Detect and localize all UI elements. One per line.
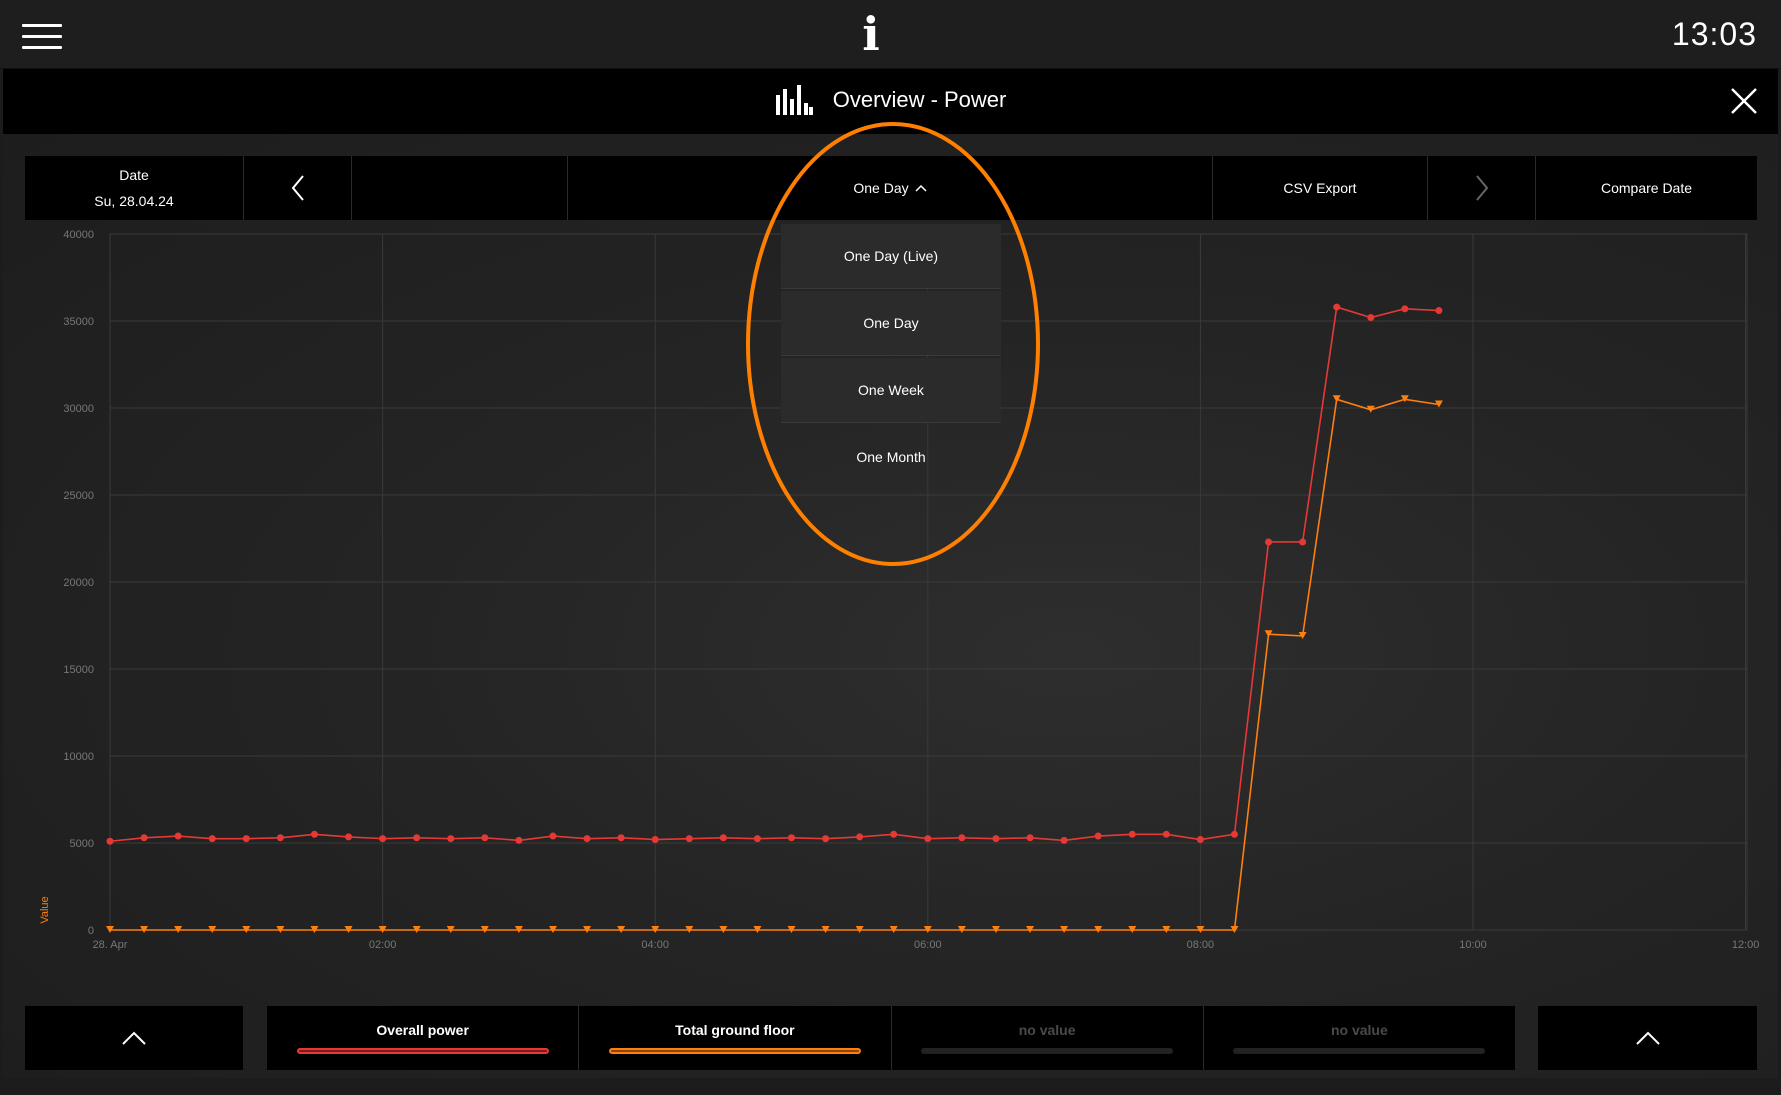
- data-point: [617, 834, 625, 842]
- legend-bar: Overall power Total ground floor no valu…: [267, 1006, 1515, 1070]
- data-point: [719, 834, 727, 842]
- option-one-week[interactable]: One Week: [781, 358, 1001, 423]
- legend-swatch: [608, 1048, 861, 1054]
- series-line: [109, 306, 1439, 843]
- y-tick-label: 35000: [63, 316, 94, 328]
- data-point: [1196, 836, 1204, 844]
- y-tick-label: 0: [88, 925, 94, 937]
- y-tick-label: 25000: [63, 490, 94, 502]
- x-tick-label: 10:00: [1459, 939, 1487, 951]
- data-point: [1367, 314, 1375, 322]
- x-tick-label: 04:00: [641, 939, 669, 951]
- data-point: [924, 835, 932, 843]
- data-point: [958, 834, 966, 842]
- x-tick-label: 28. Apr: [93, 939, 128, 951]
- data-point: [1332, 395, 1341, 403]
- legend-item-overall-power[interactable]: Overall power: [267, 1006, 580, 1070]
- data-point: [583, 835, 591, 843]
- data-point: [549, 832, 557, 840]
- data-point: [1128, 830, 1136, 838]
- y-axis-label: Value: [39, 896, 51, 923]
- data-point: [208, 835, 216, 843]
- data-point: [140, 834, 148, 842]
- data-point: [1435, 307, 1443, 315]
- legend-label: Overall power: [376, 1022, 469, 1038]
- option-one-day-live[interactable]: One Day (Live): [781, 224, 1001, 289]
- chevron-up-icon: [1635, 1031, 1660, 1045]
- y-tick-label: 5000: [70, 838, 94, 850]
- data-point: [1230, 830, 1238, 838]
- data-point: [822, 835, 830, 843]
- option-one-day[interactable]: One Day: [781, 291, 1001, 356]
- data-point: [515, 836, 523, 844]
- data-point: [890, 830, 898, 838]
- legend-item-empty-1[interactable]: no value: [892, 1006, 1204, 1070]
- x-tick-label: 08:00: [1187, 939, 1215, 951]
- data-point: [242, 835, 250, 843]
- data-point: [1265, 538, 1273, 546]
- data-point: [992, 835, 1000, 843]
- data-point: [447, 835, 455, 843]
- data-point: [106, 837, 114, 845]
- legend-label: no value: [1018, 1022, 1076, 1038]
- data-point: [1400, 395, 1409, 403]
- series-line: [110, 398, 1440, 931]
- data-point: [310, 830, 318, 838]
- data-point: [1060, 836, 1068, 844]
- x-tick-label: 02:00: [369, 939, 397, 951]
- data-point: [379, 835, 387, 843]
- data-point: [1026, 834, 1034, 842]
- data-point: [174, 832, 182, 840]
- scroll-up-right-button[interactable]: [1538, 1006, 1757, 1070]
- data-point: [1162, 830, 1170, 838]
- data-point: [481, 834, 489, 842]
- data-point: [413, 834, 421, 842]
- y-tick-label: 40000: [63, 229, 94, 241]
- y-tick-label: 20000: [63, 577, 94, 589]
- data-point: [1299, 538, 1307, 546]
- data-point: [753, 835, 761, 843]
- scroll-up-left-button[interactable]: [25, 1006, 243, 1070]
- data-point: [1094, 832, 1102, 840]
- chevron-up-icon: [122, 1031, 146, 1045]
- legend-label: no value: [1330, 1022, 1388, 1038]
- legend-swatch: [1233, 1048, 1486, 1054]
- data-point: [345, 833, 353, 841]
- data-point: [856, 833, 864, 841]
- data-point: [788, 834, 795, 842]
- y-tick-label: 30000: [63, 403, 94, 415]
- data-point: [1401, 305, 1409, 313]
- power-chart: 0 5000 10000 15000 20000 25000 30000 35000 40000…: [39, 229, 1760, 951]
- option-one-month[interactable]: One Month: [781, 425, 1001, 489]
- data-point: [651, 836, 659, 844]
- data-point: [1333, 303, 1341, 311]
- data-point: [276, 834, 284, 842]
- range-dropdown: One Day (Live) One Day One Week One Mont…: [781, 224, 1001, 488]
- data-point: [685, 835, 693, 843]
- bottom-strip: [0, 1078, 1781, 1095]
- legend-item-empty-2[interactable]: no value: [1204, 1006, 1515, 1070]
- y-tick-label: 15000: [63, 664, 94, 676]
- legend-swatch: [296, 1048, 549, 1054]
- x-tick-label: 12:00: [1732, 939, 1760, 951]
- legend-item-total-ground-floor[interactable]: Total ground floor: [579, 1006, 892, 1070]
- x-tick-label: 06:00: [914, 939, 942, 951]
- y-tick-label: 10000: [63, 751, 94, 763]
- legend-label: Total ground floor: [675, 1022, 795, 1038]
- legend-swatch: [921, 1048, 1174, 1054]
